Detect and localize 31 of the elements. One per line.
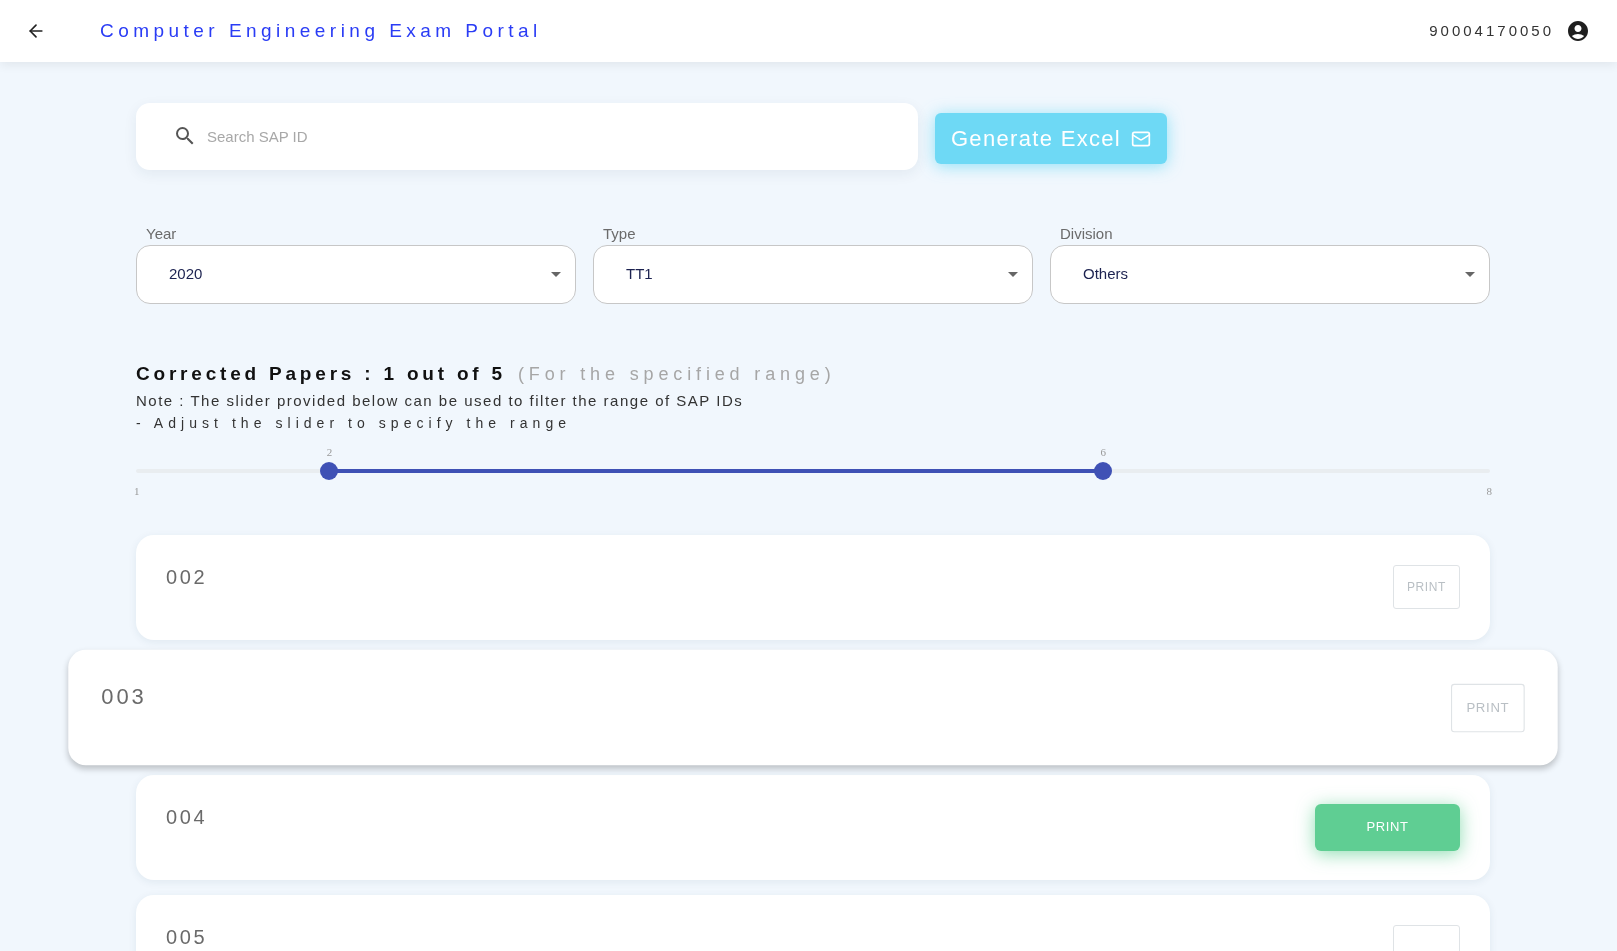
slider-thumb[interactable] — [320, 461, 339, 480]
slider-min-label: 1 — [134, 483, 140, 498]
paper-id: 003 — [101, 682, 147, 709]
slider-thumb[interactable] — [1094, 461, 1113, 480]
slider-value-label: 6 — [1100, 444, 1106, 459]
dropdown-caret-icon — [551, 272, 561, 277]
paper-id: 002 — [166, 564, 208, 589]
paper-id: 005 — [166, 924, 208, 949]
paper-id: 004 — [166, 804, 208, 829]
user-id: 90004170050 — [1429, 20, 1554, 41]
field-label: Year — [146, 225, 177, 243]
app-title: Computer Engineering Exam Portal — [100, 18, 542, 43]
slider-max-label: 8 — [1486, 483, 1492, 498]
paper-card[interactable]: 005 — [136, 894, 1490, 951]
paper-card[interactable]: 004 PRINT — [136, 774, 1490, 880]
dropdown-field[interactable]: TT1 — [593, 245, 1033, 304]
field-label: Division — [1060, 225, 1113, 243]
note-text: Note : The slider provided below can be used to filter the range of SAP IDs — [136, 390, 744, 411]
field-label: Type — [603, 225, 636, 243]
search-field[interactable]: Search SAP ID — [136, 103, 918, 170]
slider-value-label: 2 — [326, 444, 333, 459]
range-slider[interactable] — [136, 461, 1490, 480]
dropdown-field[interactable]: Others — [1050, 245, 1490, 304]
hint-text: - Adjust the slider to specify the range — [136, 413, 572, 433]
summary-title: Corrected Papers : 1 out of 5 — [136, 362, 506, 386]
account-button[interactable] — [1566, 19, 1590, 43]
account-icon — [1566, 19, 1590, 43]
dropdown-caret-icon — [1465, 272, 1475, 277]
summary-subtitle: (For the specified range) — [517, 363, 836, 386]
dropdown-field[interactable]: 2020 — [136, 245, 576, 304]
dropdown-caret-icon — [1008, 272, 1018, 277]
